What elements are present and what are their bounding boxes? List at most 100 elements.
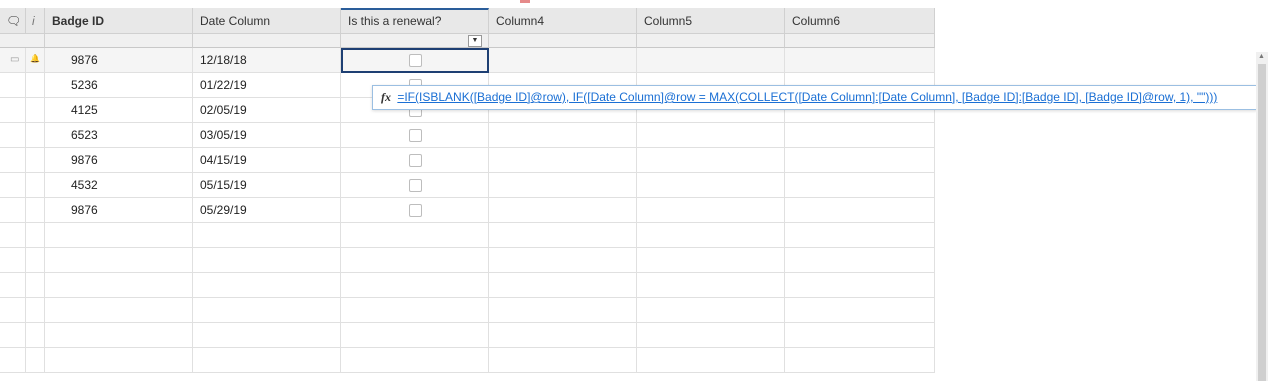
- renewal-checkbox[interactable]: [409, 129, 422, 142]
- cell-column5[interactable]: [637, 323, 785, 348]
- row-comment-icon[interactable]: ▭: [10, 54, 19, 65]
- cell-badge-id[interactable]: 6523: [45, 123, 193, 148]
- cell-column5[interactable]: [637, 123, 785, 148]
- cell-badge-id[interactable]: 9876: [45, 48, 193, 73]
- scroll-up-icon[interactable]: ▲: [1258, 53, 1265, 60]
- row-gutter-cell[interactable]: [26, 248, 45, 273]
- cell-column4[interactable]: [489, 298, 637, 323]
- cell-renewal[interactable]: [341, 123, 489, 148]
- column-header-badge-id[interactable]: Badge ID: [45, 8, 193, 34]
- cell-date[interactable]: [193, 223, 341, 248]
- cell-date[interactable]: [193, 248, 341, 273]
- cell-renewal[interactable]: [341, 173, 489, 198]
- cell-column4[interactable]: [489, 48, 637, 73]
- cell-column6[interactable]: [785, 298, 935, 323]
- cell-date[interactable]: [193, 298, 341, 323]
- row-gutter-cell[interactable]: [26, 273, 45, 298]
- cell-renewal[interactable]: [341, 273, 489, 298]
- cell-column6[interactable]: [785, 123, 935, 148]
- row-gutter-cell[interactable]: [0, 348, 26, 373]
- renewal-checkbox[interactable]: [409, 204, 422, 217]
- cell-column6[interactable]: [785, 223, 935, 248]
- renewal-checkbox[interactable]: [409, 154, 422, 167]
- cell-column4[interactable]: [489, 173, 637, 198]
- cell-badge-id[interactable]: [45, 248, 193, 273]
- cell-badge-id[interactable]: [45, 348, 193, 373]
- cell-badge-id[interactable]: 4532: [45, 173, 193, 198]
- cell-column4[interactable]: [489, 248, 637, 273]
- column-header-4[interactable]: Column4: [489, 8, 637, 34]
- info-column-header[interactable]: i: [26, 8, 45, 34]
- cell-badge-id[interactable]: 5236: [45, 73, 193, 98]
- cell-renewal[interactable]: [341, 198, 489, 223]
- row-gutter-cell[interactable]: [0, 173, 26, 198]
- row-gutter-cell[interactable]: [0, 198, 26, 223]
- cell-column6[interactable]: [785, 248, 935, 273]
- row-gutter-cell[interactable]: [26, 223, 45, 248]
- row-gutter-cell[interactable]: [26, 198, 45, 223]
- comment-column-header[interactable]: 🗨: [0, 8, 26, 34]
- cell-column6[interactable]: [785, 273, 935, 298]
- cell-column6[interactable]: [785, 348, 935, 373]
- cell-date[interactable]: 05/15/19: [193, 173, 341, 198]
- cell-column4[interactable]: [489, 323, 637, 348]
- cell-renewal[interactable]: [341, 223, 489, 248]
- column-header-5[interactable]: Column5: [637, 8, 785, 34]
- row-gutter-cell[interactable]: [26, 298, 45, 323]
- cell-column4[interactable]: [489, 223, 637, 248]
- row-gutter-cell[interactable]: [26, 173, 45, 198]
- row-gutter-cell[interactable]: [26, 123, 45, 148]
- cell-date[interactable]: 02/05/19: [193, 98, 341, 123]
- cell-date[interactable]: 03/05/19: [193, 123, 341, 148]
- row-gutter-cell[interactable]: 🔔: [26, 48, 45, 73]
- cell-renewal[interactable]: [341, 148, 489, 173]
- row-gutter-cell[interactable]: ▭: [0, 48, 26, 73]
- cell-column4[interactable]: [489, 273, 637, 298]
- row-gutter-cell[interactable]: [0, 298, 26, 323]
- row-reminder-icon[interactable]: 🔔: [30, 54, 40, 63]
- cell-badge-id[interactable]: [45, 298, 193, 323]
- cell-date[interactable]: 01/22/19: [193, 73, 341, 98]
- column-header-date[interactable]: Date Column: [193, 8, 341, 34]
- row-gutter-cell[interactable]: [26, 348, 45, 373]
- cell-column5[interactable]: [637, 248, 785, 273]
- dropdown-arrow-icon[interactable]: ▼: [468, 35, 482, 47]
- cell-badge-id[interactable]: 4125: [45, 98, 193, 123]
- cell-column6[interactable]: [785, 148, 935, 173]
- cell-date[interactable]: [193, 348, 341, 373]
- cell-column6[interactable]: [785, 173, 935, 198]
- cell-column4[interactable]: [489, 123, 637, 148]
- cell-badge-id[interactable]: 9876: [45, 148, 193, 173]
- row-gutter-cell[interactable]: [0, 98, 26, 123]
- row-gutter-cell[interactable]: [26, 98, 45, 123]
- row-gutter-cell[interactable]: [0, 273, 26, 298]
- cell-badge-id[interactable]: [45, 323, 193, 348]
- row-gutter-cell[interactable]: [0, 73, 26, 98]
- scrollbar-thumb[interactable]: [1258, 64, 1266, 381]
- row-gutter-cell[interactable]: [0, 223, 26, 248]
- cell-column5[interactable]: [637, 48, 785, 73]
- row-gutter-cell[interactable]: [0, 148, 26, 173]
- cell-column6[interactable]: [785, 198, 935, 223]
- column-header-renewal[interactable]: Is this a renewal?: [341, 8, 489, 34]
- row-gutter-cell[interactable]: [26, 148, 45, 173]
- cell-badge-id[interactable]: 9876: [45, 198, 193, 223]
- cell-column5[interactable]: [637, 348, 785, 373]
- cell-column4[interactable]: [489, 348, 637, 373]
- selected-cell[interactable]: [341, 48, 489, 73]
- cell-date[interactable]: [193, 273, 341, 298]
- cell-column5[interactable]: [637, 223, 785, 248]
- cell-renewal[interactable]: [341, 323, 489, 348]
- cell-column5[interactable]: [637, 198, 785, 223]
- cell-badge-id[interactable]: [45, 273, 193, 298]
- row-gutter-cell[interactable]: [0, 248, 26, 273]
- row-gutter-cell[interactable]: [26, 73, 45, 98]
- cell-date[interactable]: [193, 323, 341, 348]
- cell-column6[interactable]: [785, 48, 935, 73]
- cell-renewal[interactable]: [341, 248, 489, 273]
- row-gutter-cell[interactable]: [0, 323, 26, 348]
- cell-column5[interactable]: [637, 273, 785, 298]
- vertical-scrollbar[interactable]: ▲: [1256, 52, 1268, 381]
- cell-column5[interactable]: [637, 298, 785, 323]
- cell-badge-id[interactable]: [45, 223, 193, 248]
